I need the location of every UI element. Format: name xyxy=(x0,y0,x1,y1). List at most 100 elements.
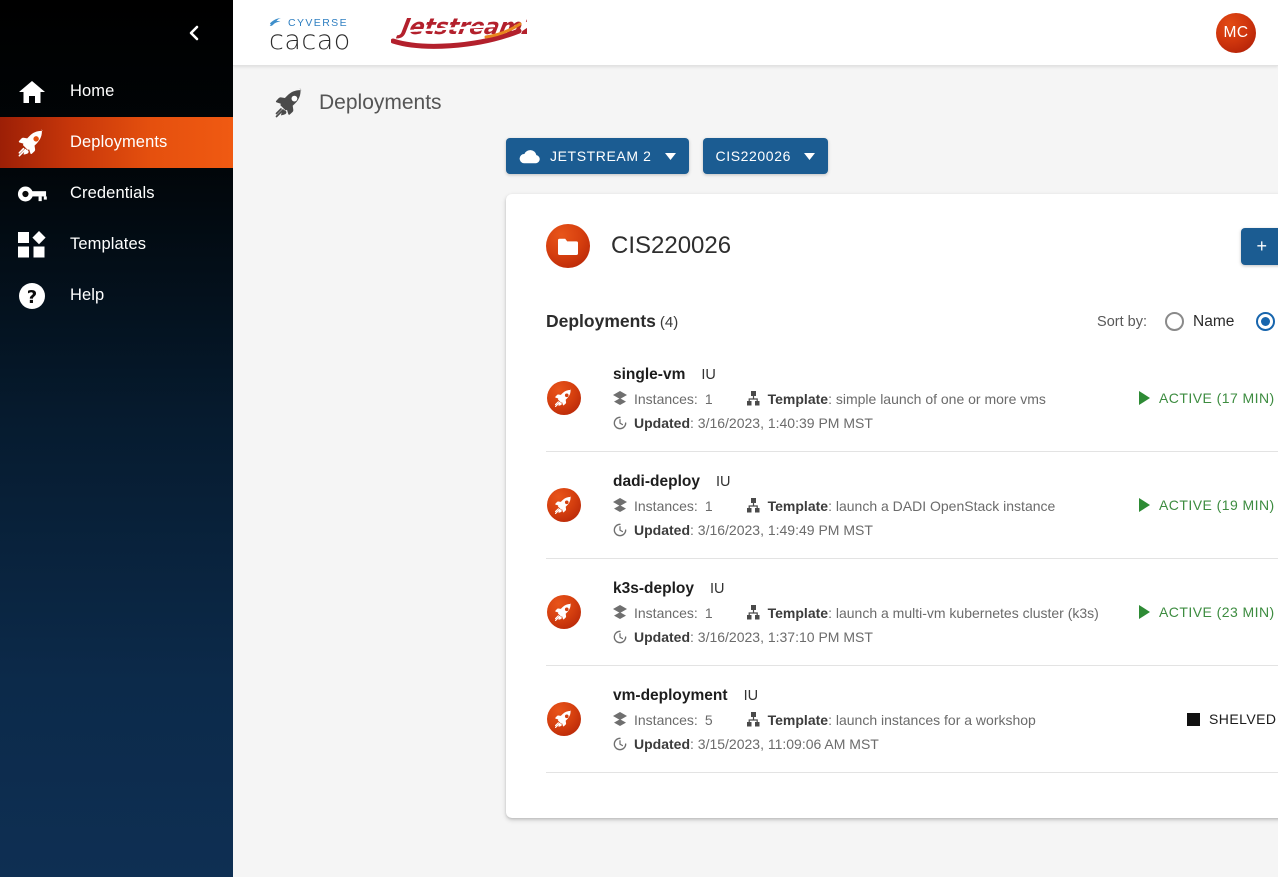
content-area: Deployments JETSTREAM 2 CIS220026 xyxy=(233,66,1278,877)
instances-label: Instances: xyxy=(634,712,698,728)
updated-label: Updated xyxy=(634,629,690,645)
updated-label: Updated xyxy=(634,415,690,431)
deployment-name: dadi-deploy xyxy=(613,473,700,491)
clock-icon xyxy=(613,630,627,644)
list-count: (4) xyxy=(660,314,678,331)
sort-controls: Sort by: Name Newest Status xyxy=(1097,312,1278,331)
rocket-icon xyxy=(547,595,581,629)
deployment-org: IU xyxy=(710,581,725,597)
updated-value: 3/16/2023, 1:49:49 PM MST xyxy=(698,522,873,538)
svg-text:?: ? xyxy=(27,287,37,308)
instances-meta: Instances: 1 xyxy=(613,391,713,407)
template-value: simple launch of one or more vms xyxy=(836,391,1046,407)
main-area: CYVERSE cacao Jetstream2 MC xyxy=(233,0,1278,877)
rocket-icon xyxy=(273,86,307,120)
project-dropdown[interactable]: CIS220026 xyxy=(703,138,828,174)
table-row[interactable]: single-vm IU Instances: 1 xyxy=(546,345,1278,452)
app-root: Home Deployments xyxy=(0,0,1278,877)
status-badge: SHELVED xyxy=(1135,711,1278,727)
updated-label: Updated xyxy=(634,736,690,752)
deployment-name: vm-deployment xyxy=(613,687,728,705)
add-deployment-button[interactable]: + ADD DEPLOYMENT xyxy=(1241,228,1278,265)
user-avatar[interactable]: MC xyxy=(1216,13,1256,53)
cloud-icon xyxy=(519,149,541,164)
deployment-org: IU xyxy=(744,688,759,704)
status-badge: ACTIVE (17 MIN) xyxy=(1135,390,1278,406)
status-text: ACTIVE (19 MIN) xyxy=(1159,497,1275,513)
template-meta: Template: launch a DADI OpenStack instan… xyxy=(746,498,1056,514)
sidebar-item-home[interactable]: Home xyxy=(0,66,233,117)
page-title: Deployments xyxy=(319,91,442,115)
sidebar-collapse-button[interactable] xyxy=(181,20,207,46)
deployment-org: IU xyxy=(716,474,731,490)
sitemap-icon xyxy=(746,391,761,406)
instances-meta: Instances: 1 xyxy=(613,605,713,621)
sort-option-label: Name xyxy=(1193,313,1234,331)
folder-icon xyxy=(546,224,590,268)
rocket-icon xyxy=(547,702,581,736)
deployment-info: k3s-deploy IU Instances: 1 xyxy=(613,580,1135,645)
home-icon xyxy=(12,72,52,112)
cloud-provider-dropdown[interactable]: JETSTREAM 2 xyxy=(506,138,689,174)
table-row[interactable]: k3s-deploy IU Instances: 1 xyxy=(546,559,1278,666)
sidebar-item-label: Credentials xyxy=(70,184,155,203)
sidebar-item-deployments[interactable]: Deployments xyxy=(0,117,233,168)
chevron-down-icon xyxy=(804,153,815,160)
cloud-provider-label: JETSTREAM 2 xyxy=(550,148,652,164)
sidebar-item-help[interactable]: ? Help xyxy=(0,270,233,321)
page-header: Deployments xyxy=(233,66,1278,120)
templates-icon xyxy=(12,225,52,265)
template-value: launch a DADI OpenStack instance xyxy=(836,498,1055,514)
avatar-initials: MC xyxy=(1224,24,1249,42)
template-meta: Template: simple launch of one or more v… xyxy=(746,391,1046,407)
project-dropdown-label: CIS220026 xyxy=(716,148,791,164)
brand-logos: CYVERSE cacao Jetstream2 xyxy=(269,12,527,54)
deployment-org: IU xyxy=(701,367,716,383)
status-text: ACTIVE (17 MIN) xyxy=(1159,390,1275,406)
clock-icon xyxy=(613,737,627,751)
cacao-logo[interactable]: CYVERSE cacao xyxy=(269,17,351,54)
clock-icon xyxy=(613,523,627,537)
updated-value: 3/15/2023, 11:09:06 AM MST xyxy=(698,736,879,752)
sidebar-nav: Home Deployments xyxy=(0,66,233,321)
sort-option-name[interactable]: Name xyxy=(1165,312,1234,331)
topbar: CYVERSE cacao Jetstream2 MC xyxy=(233,0,1278,66)
cacao-wordmark: cacao xyxy=(269,27,351,54)
clock-icon xyxy=(613,416,627,430)
table-row[interactable]: dadi-deploy IU Instances: 1 xyxy=(546,452,1278,559)
updated-value: 3/16/2023, 1:40:39 PM MST xyxy=(698,415,873,431)
status-text: SHELVED xyxy=(1209,711,1276,727)
instances-value: 1 xyxy=(705,391,713,407)
deployments-card: CIS220026 + ADD DEPLOYMENT Deployments(4… xyxy=(506,194,1278,818)
sidebar-item-templates[interactable]: Templates xyxy=(0,219,233,270)
deployments-count-heading: Deployments(4) xyxy=(546,311,678,332)
layers-icon xyxy=(613,498,627,513)
play-icon xyxy=(1139,605,1150,619)
template-meta: Template: launch a multi-vm kubernetes c… xyxy=(746,605,1099,621)
filter-bar: JETSTREAM 2 CIS220026 xyxy=(233,120,1278,174)
sort-option-newest[interactable]: Newest xyxy=(1256,312,1278,331)
sidebar-header xyxy=(0,0,233,66)
radio-icon[interactable] xyxy=(1256,312,1275,331)
play-icon xyxy=(1139,391,1150,405)
radio-icon[interactable] xyxy=(1165,312,1184,331)
list-title: Deployments xyxy=(546,311,656,331)
status-badge: ACTIVE (23 MIN) xyxy=(1135,604,1278,620)
template-label: Template xyxy=(768,498,828,514)
deployment-info: single-vm IU Instances: 1 xyxy=(613,366,1135,431)
layers-icon xyxy=(613,391,627,406)
template-meta: Template: launch instances for a worksho… xyxy=(746,712,1036,728)
status-text: ACTIVE (23 MIN) xyxy=(1159,604,1275,620)
instances-value: 5 xyxy=(705,712,713,728)
plus-icon: + xyxy=(1256,237,1267,255)
help-circle-icon: ? xyxy=(12,276,52,316)
instances-value: 1 xyxy=(705,605,713,621)
instances-label: Instances: xyxy=(634,498,698,514)
rocket-icon xyxy=(547,488,581,522)
jetstream2-logo[interactable]: Jetstream2 xyxy=(391,10,527,52)
instances-meta: Instances: 5 xyxy=(613,712,713,728)
stop-square-icon xyxy=(1187,713,1200,726)
rocket-icon xyxy=(12,123,52,163)
sidebar-item-credentials[interactable]: Credentials xyxy=(0,168,233,219)
table-row[interactable]: vm-deployment IU Instances: 5 xyxy=(546,666,1278,773)
